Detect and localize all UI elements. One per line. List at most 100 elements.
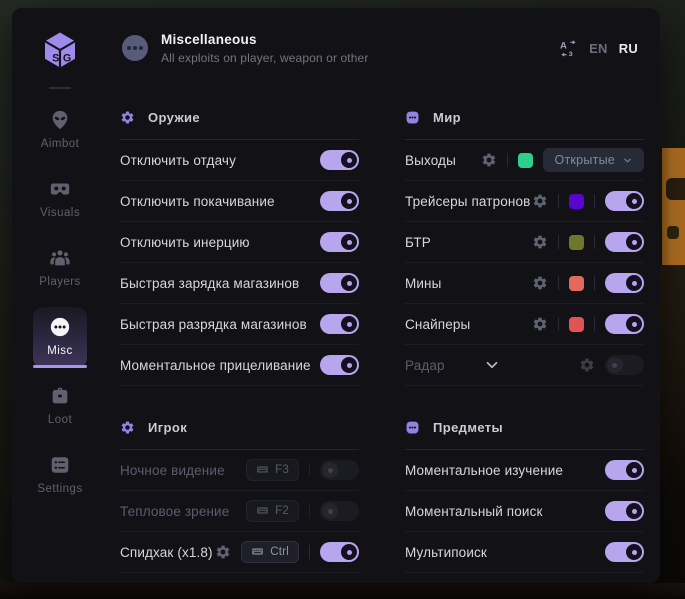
row-controls [532,232,644,252]
toggle-knob [626,193,642,209]
sign-glyph [666,178,685,200]
toggle-switch[interactable] [320,314,359,334]
feature-row: Радар [405,345,644,386]
row-controls [532,191,644,211]
section-игрок: Игрок Ночное видение F3 Тепловое зрение F2 Сп… [120,398,359,573]
row-controls [579,355,644,375]
feature-label: Ночное видение [120,463,225,478]
row-settings-gear-icon[interactable] [532,275,548,291]
row-settings-gear-icon[interactable] [481,152,497,168]
feature-label: Тепловое зрение [120,504,229,519]
section-title: Предметы [433,420,503,435]
section-title: Мир [433,110,461,125]
toggle-knob [341,275,357,291]
toggle-switch[interactable] [605,273,644,293]
row-controls [605,460,644,480]
sidebar-item-label: Misc [47,345,72,357]
toggle-knob [341,234,357,250]
hotkey-badge[interactable]: Ctrl [241,541,299,563]
vertical-divider [558,235,559,249]
sidebar-item-settings[interactable]: Settings [33,445,87,506]
misc-ellipsis-avatar-icon [122,35,148,61]
toggle-switch[interactable] [320,232,359,252]
gear-icon [120,110,135,125]
row-controls [532,314,644,334]
toggle-switch[interactable] [320,355,359,375]
color-swatch[interactable] [569,194,584,209]
row-settings-gear-icon[interactable] [532,234,548,250]
row-controls [532,273,644,293]
toggle-switch[interactable] [320,191,359,211]
feature-label: Мины [405,276,442,291]
row-settings-gear-icon[interactable] [579,357,595,373]
toggle-knob [626,462,642,478]
feature-row: Мультипоиск [405,532,644,573]
sidebar-item-loot[interactable]: Loot [33,376,87,437]
row-settings-gear-icon[interactable] [215,544,231,560]
sg-cube-logo-icon: S G [40,30,80,70]
toggle-knob [341,544,357,560]
sidebar-item-label: Visuals [40,207,80,219]
toggle-switch[interactable] [320,542,359,562]
feature-row: Мины [405,263,644,304]
color-swatch[interactable] [569,235,584,250]
hotkey-badge[interactable]: F2 [246,500,299,522]
main-content: ОружиеОтключить отдачуОтключить покачива… [120,88,644,583]
feature-row: Быстрая разрядка магазинов [120,304,359,345]
sidebar-item-players[interactable]: Players [33,238,87,299]
section-оружие: ОружиеОтключить отдачуОтключить покачива… [120,88,359,386]
toggle-knob [322,503,338,519]
sidebar-item-visuals[interactable]: Visuals [33,169,87,230]
toggle-switch[interactable] [320,150,359,170]
chevron-down-icon [622,155,633,166]
hotkey-badge[interactable]: F3 [246,459,299,481]
feature-row: Тепловое зрение F2 [120,491,359,532]
gear-icon [120,420,135,435]
language-option-ru[interactable]: RU [619,41,638,56]
feature-label: Быстрая зарядка магазинов [120,276,299,291]
toggle-knob [607,357,623,373]
sidebar-item-label: Players [39,276,81,288]
game-terrain [660,265,685,485]
toggle-switch[interactable] [605,460,644,480]
row-controls [320,191,359,211]
vertical-divider [594,317,595,331]
row-controls: Ctrl [215,541,359,563]
toggle-switch[interactable] [605,501,644,521]
chevron-down-icon[interactable] [483,356,501,374]
toggle-switch[interactable] [320,273,359,293]
dropdown-select[interactable]: Открытые [543,148,644,172]
feature-label: Быстрая разрядка магазинов [120,317,307,332]
color-swatch[interactable] [569,317,584,332]
svg-text:A: A [560,40,567,51]
dots-box-icon [405,420,420,435]
toggle-switch[interactable] [605,314,644,334]
sidebar-item-aimbot[interactable]: Aimbot [33,100,87,161]
toggle-switch[interactable] [320,501,359,521]
feature-row: Быстрая зарядка магазинов [120,263,359,304]
color-swatch[interactable] [569,276,584,291]
vertical-divider [594,194,595,208]
section-header: Предметы [405,419,644,435]
toggle-switch[interactable] [605,191,644,211]
color-swatch[interactable] [518,153,533,168]
svg-text:з: з [569,48,573,58]
sidebar-nav: Aimbot Visuals Players Misc Loot Settings [33,100,87,514]
section-title: Оружие [148,110,200,125]
toggle-switch[interactable] [320,460,359,480]
toggle-switch[interactable] [605,355,644,375]
toggle-switch[interactable] [605,542,644,562]
row-settings-gear-icon[interactable] [532,316,548,332]
language-option-en[interactable]: EN [589,41,608,56]
feature-label: Радар [405,358,445,373]
row-settings-gear-icon[interactable] [532,193,548,209]
vertical-divider [594,276,595,290]
sidebar-item-misc[interactable]: Misc [33,307,87,368]
section-header: Игрок [120,419,359,435]
toggle-switch[interactable] [605,232,644,252]
keyboard-icon [251,545,264,558]
feature-label: Спидхак (x1.8) [120,545,213,560]
vertical-divider [309,463,310,477]
vertical-divider [309,545,310,559]
language-switch: A з EN RU [559,39,638,58]
